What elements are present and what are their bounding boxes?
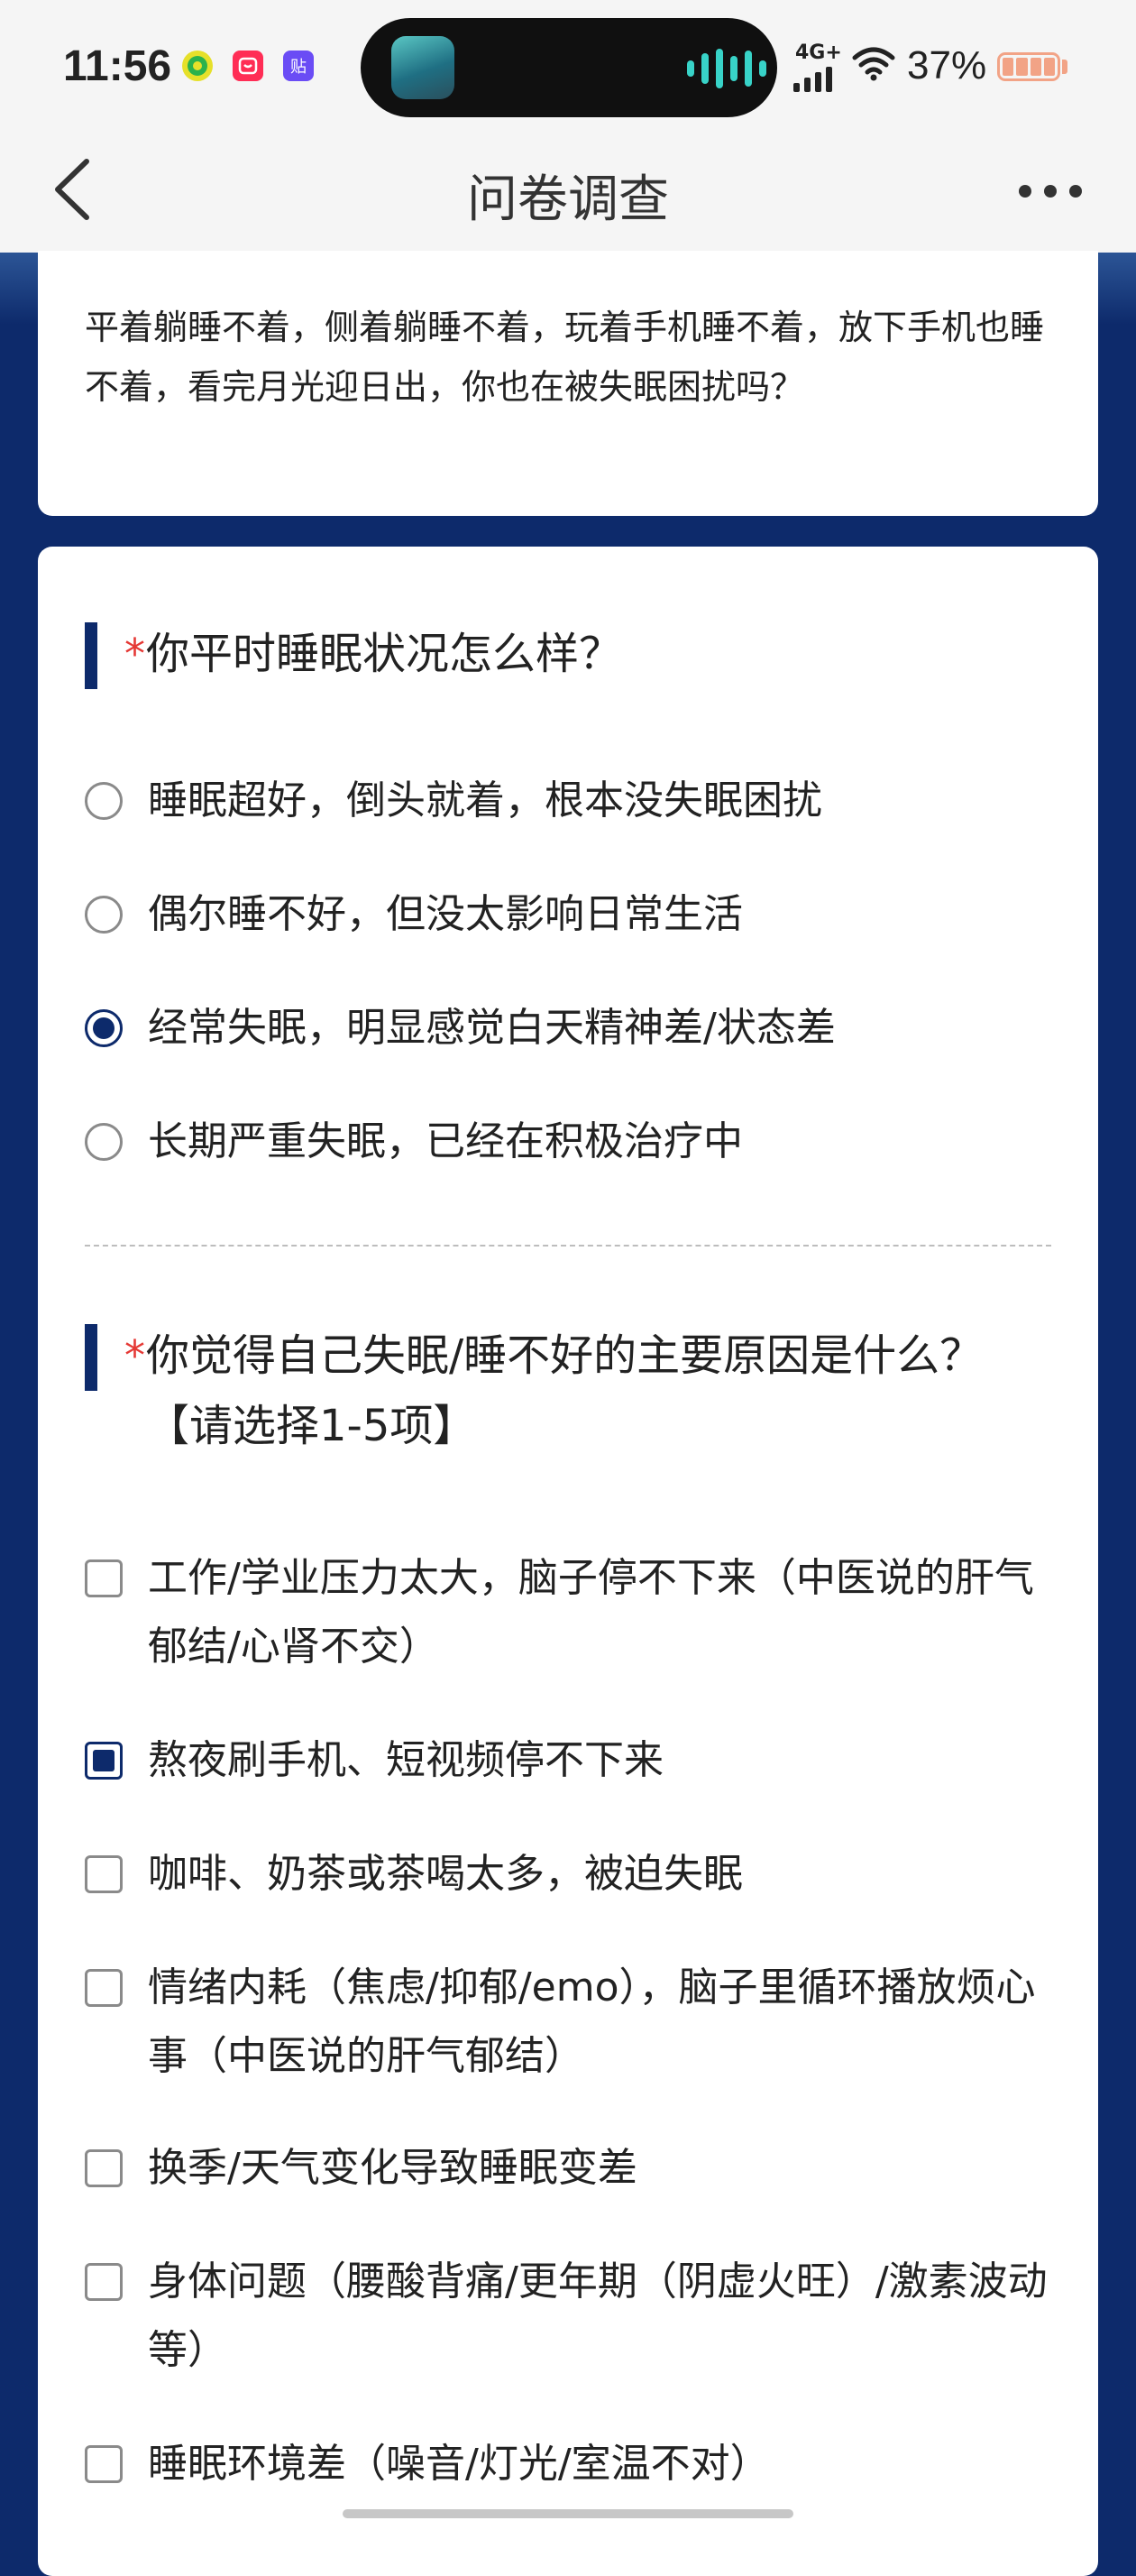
question-title: * 你觉得自己失眠/睡不好的主要原因是什么？【请选择1-5项】	[85, 1320, 1051, 1461]
more-options-button[interactable]	[1010, 173, 1091, 209]
checkbox-option[interactable]: 身体问题（腰酸背痛/更年期（阴虚火旺）/激素波动等）	[85, 2248, 1062, 2385]
checkbox[interactable]	[85, 2263, 123, 2301]
title-accent-bar	[85, 622, 97, 689]
checkbox-option[interactable]: 工作/学业压力太大，脑子停不下来（中医说的肝气郁结/心肾不交）	[85, 1544, 1062, 1681]
checkbox-option[interactable]: 熬夜刷手机、短视频停不下来	[85, 1726, 1062, 1795]
watermark: @桃爸带娃去撒欢	[847, 2479, 1093, 2515]
more-dot-icon	[1019, 185, 1031, 198]
wifi-icon	[852, 47, 895, 81]
option-label: 经常失眠，明显感觉白天精神差/状态差	[148, 1005, 836, 1051]
dynamic-island[interactable]	[361, 18, 777, 117]
question-text: 你平时睡眠状况怎么样？	[146, 629, 623, 679]
sticker-icon-glyph: 贴	[290, 58, 307, 77]
required-mark: *	[124, 1331, 145, 1380]
option-label: 工作/学业压力太大，脑子停不下来（中医说的肝气郁结/心肾不交）	[148, 1555, 1034, 1670]
option-label: 睡眠环境差（噪音/灯光/室温不对）	[148, 2441, 770, 2487]
audio-wave-icon	[687, 49, 766, 88]
checkbox[interactable]	[85, 2445, 123, 2483]
checkbox[interactable]	[85, 2149, 123, 2187]
option-label: 身体问题（腰酸背痛/更年期（阴虚火旺）/激素波动等）	[148, 2259, 1048, 2373]
option-label: 熬夜刷手机、短视频停不下来	[148, 1737, 664, 1783]
intro-card: 平着躺睡不着，侧着躺睡不着，玩着手机睡不着，放下手机也睡不着，看完月光迎日出，你…	[38, 251, 1098, 516]
option-label: 情绪内耗（焦虑/抑郁/emo），脑子里循环播放烦心事（中医说的肝气郁结）	[148, 1964, 1036, 2079]
radio-option[interactable]: 长期严重失眠，已经在积极治疗中	[85, 1108, 1062, 1176]
questions-card: * 你平时睡眠状况怎么样？ 睡眠超好，倒头就着，根本没失眠困扰 偶尔睡不好，但没…	[38, 547, 1098, 2576]
checkbox[interactable]	[85, 1559, 123, 1597]
battery-icon	[997, 52, 1060, 81]
question-divider	[85, 1245, 1051, 1247]
radio-button-selected[interactable]	[85, 1009, 123, 1047]
status-bar: 11:56 贴 4G+ 37%	[0, 0, 1136, 135]
green-app-icon	[182, 51, 213, 81]
sticker-app-icon: 贴	[283, 51, 314, 81]
option-label: 长期严重失眠，已经在积极治疗中	[148, 1118, 743, 1164]
network-type: 4G+	[795, 41, 842, 64]
option-label: 偶尔睡不好，但没太影响日常生活	[148, 891, 743, 937]
checkbox-option[interactable]: 咖啡、奶茶或茶喝太多，被迫失眠	[85, 1840, 1062, 1909]
radio-option[interactable]: 偶尔睡不好，但没太影响日常生活	[85, 880, 1062, 949]
question-text: 你觉得自己失眠/睡不好的主要原因是什么？【请选择1-5项】	[146, 1330, 984, 1451]
title-accent-bar	[85, 1324, 97, 1391]
checkbox-option[interactable]: 情绪内耗（焦虑/抑郁/emo），脑子里循环播放烦心事（中医说的肝气郁结）	[85, 1954, 1062, 2091]
music-app-thumbnail	[391, 36, 454, 99]
nav-bar: 问卷调查	[0, 135, 1136, 253]
checkbox-checked[interactable]	[85, 1742, 123, 1780]
required-mark: *	[124, 630, 145, 678]
radio-option[interactable]: 睡眠超好，倒头就着，根本没失眠困扰	[85, 767, 1062, 835]
cell-signal-icon	[793, 67, 832, 92]
more-dot-icon	[1044, 185, 1057, 198]
page-title: 问卷调查	[467, 170, 669, 229]
checkbox[interactable]	[85, 1855, 123, 1893]
option-label: 咖啡、奶茶或茶喝太多，被迫失眠	[148, 1851, 743, 1897]
checkbox[interactable]	[85, 1969, 123, 2007]
more-dot-icon	[1069, 185, 1082, 198]
radio-button[interactable]	[85, 1123, 123, 1161]
radio-button[interactable]	[85, 896, 123, 934]
red-app-icon	[233, 51, 263, 81]
radio-button[interactable]	[85, 782, 123, 820]
intro-text: 平着躺睡不着，侧着躺睡不着，玩着手机睡不着，放下手机也睡不着，看完月光迎日出，你…	[85, 308, 1045, 407]
option-label: 换季/天气变化导致睡眠变差	[148, 2145, 637, 2191]
checkbox-option[interactable]: 换季/天气变化导致睡眠变差	[85, 2134, 1062, 2203]
radio-option[interactable]: 经常失眠，明显感觉白天精神差/状态差	[85, 994, 1062, 1063]
battery-nub	[1062, 60, 1067, 74]
option-label: 睡眠超好，倒头就着，根本没失眠困扰	[148, 777, 822, 823]
status-time: 11:56	[63, 42, 172, 90]
home-indicator[interactable]	[343, 2509, 793, 2518]
battery-percentage: 37%	[907, 43, 987, 87]
question-title: * 你平时睡眠状况怎么样？	[85, 619, 1051, 689]
